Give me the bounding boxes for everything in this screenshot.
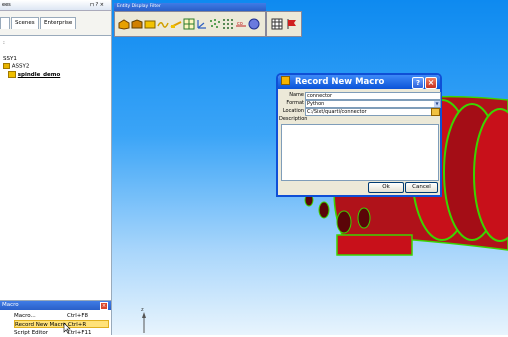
format-select[interactable]: Python ▼: [305, 100, 441, 108]
point-cloud-icon[interactable]: [209, 18, 221, 30]
tab-enterprise[interactable]: Enterprise: [40, 17, 77, 29]
location-field[interactable]: C:/Sixt/quarti/connector: [305, 108, 432, 116]
axis-triad: [142, 312, 146, 333]
format-label: Format: [286, 100, 304, 106]
select-all-icon[interactable]: [271, 18, 283, 30]
description-label: Description: [279, 116, 308, 122]
tree-item-ssy1[interactable]: SSY1: [3, 56, 17, 62]
app-icon: [281, 76, 290, 85]
part-folder-icon: [8, 71, 16, 78]
shell-icon[interactable]: [131, 18, 143, 30]
pane-title-bar: ees ⊓ ? ×: [0, 0, 111, 11]
curve-icon[interactable]: [157, 18, 169, 30]
macro-menu-title: Macro ×: [0, 301, 111, 310]
chevron-down-icon[interactable]: ▼: [434, 101, 440, 107]
tab-scenes[interactable]: Scenes: [11, 17, 39, 29]
cancel-button[interactable]: Cancel: [405, 182, 438, 193]
axis-z-label: z: [141, 307, 144, 313]
filter-icon[interactable]: [248, 18, 260, 30]
edge-icon[interactable]: [170, 18, 182, 30]
mesh-icon[interactable]: [183, 18, 195, 30]
location-label: Location: [282, 108, 304, 114]
svg-text:co: co: [237, 21, 243, 27]
menu-item-macro[interactable]: Macro... Ctrl+F8: [14, 312, 109, 320]
solid-icon[interactable]: [118, 18, 130, 30]
tab-left-stub[interactable]: [0, 17, 10, 29]
toolbar-extension: [266, 11, 302, 37]
bolt-hole: [318, 201, 330, 219]
mouse-cursor-icon: [63, 322, 71, 334]
record-new-macro-dialog: Record New Macro ? × Name connector Form…: [276, 73, 442, 197]
dialog-title-bar[interactable]: Record New Macro ? ×: [278, 75, 440, 89]
close-icon[interactable]: ×: [425, 77, 437, 89]
dialog-title: Record New Macro: [294, 77, 385, 87]
tree-connector: :: [3, 40, 5, 46]
flag-icon[interactable]: [286, 18, 298, 30]
folder-icon[interactable]: [431, 108, 440, 116]
pane-controls[interactable]: ⊓ ? ×: [90, 2, 104, 8]
ok-button[interactable]: Ok: [368, 182, 404, 193]
description-textarea[interactable]: [281, 124, 439, 181]
face-icon[interactable]: [144, 18, 156, 30]
name-label: Name: [289, 92, 304, 98]
dimension-icon[interactable]: co: [235, 18, 247, 30]
menu-item-script-editor[interactable]: Script Editor Ctrl+F11: [14, 329, 109, 337]
name-field[interactable]: connector: [305, 92, 441, 100]
macro-menu: Macro × Macro... Ctrl+F8 Record New Macro…: [0, 300, 111, 336]
tree-item-assy2[interactable]: ASSY2: [3, 63, 29, 70]
feature-tree-pane: ees ⊓ ? × Scenes Enterprise : SSY1 ASSY2…: [0, 0, 112, 336]
assembly-icon: [3, 63, 10, 69]
toolbar-title[interactable]: Entity Display Filter: [114, 3, 266, 11]
menu-item-record-new-macro[interactable]: Record New Macro... Ctrl+R: [14, 320, 109, 328]
help-icon[interactable]: ?: [412, 77, 424, 89]
pane-tabs: Scenes Enterprise: [0, 11, 111, 36]
entity-display-filter-toolbar: co: [114, 11, 266, 37]
close-icon[interactable]: ×: [100, 302, 108, 310]
grid-points-icon[interactable]: [222, 18, 234, 30]
tree-item-spindle-demo[interactable]: spindle_demo: [8, 71, 60, 78]
pane-title: ees: [2, 2, 11, 8]
axis-icon[interactable]: [196, 18, 208, 30]
